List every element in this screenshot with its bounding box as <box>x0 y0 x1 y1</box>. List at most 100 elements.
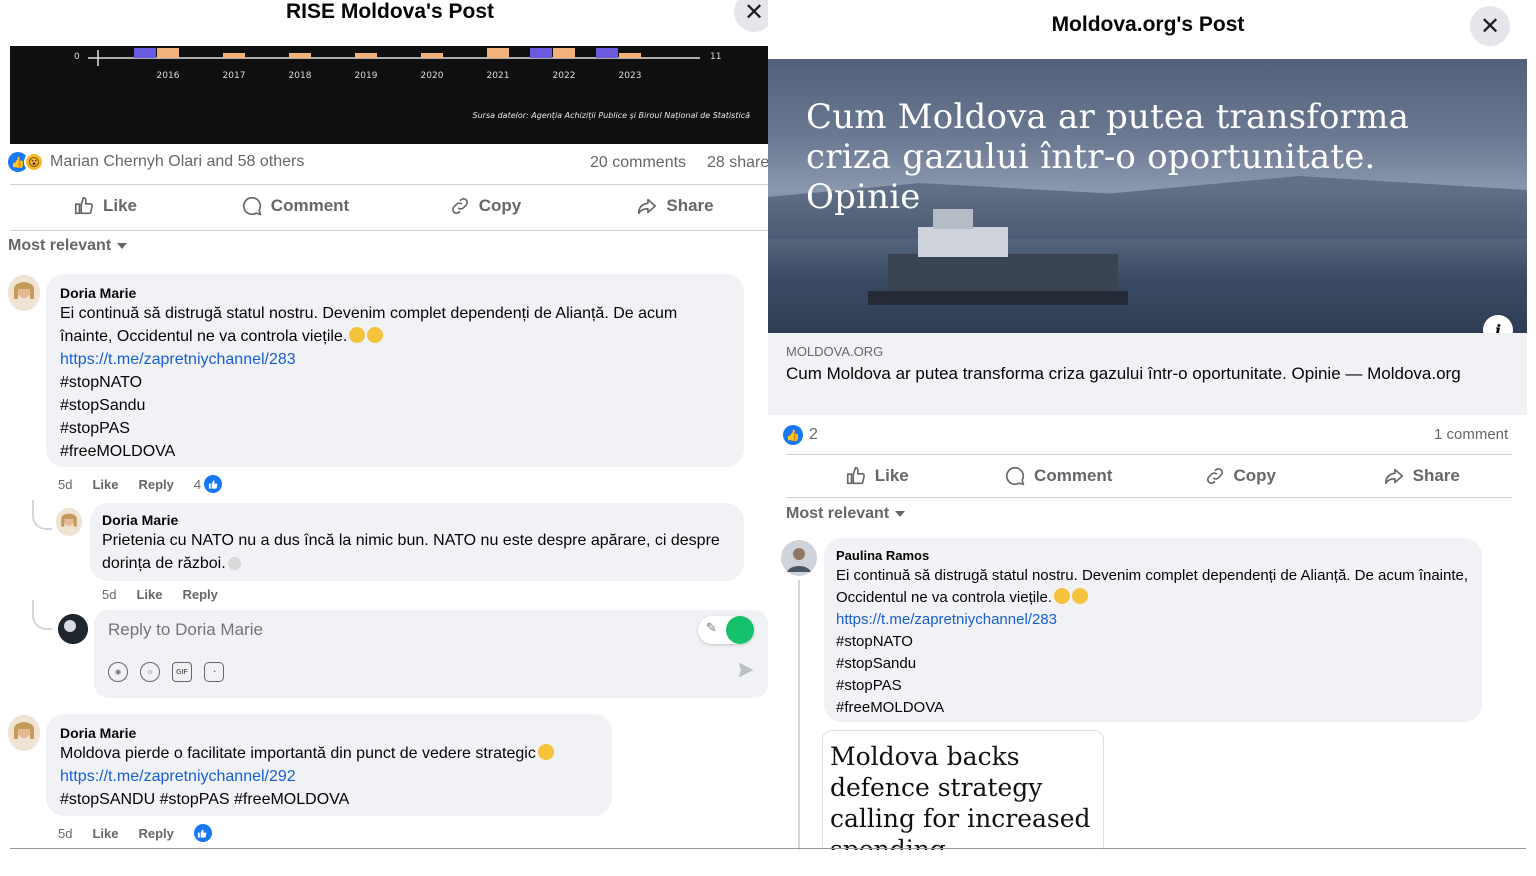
copy-button[interactable]: Copy <box>390 190 580 222</box>
info-icon[interactable]: i <box>1483 315 1513 333</box>
hashtag[interactable]: #freeMOLDOVA <box>836 697 1470 719</box>
sad-face-emoji-icon <box>537 744 554 760</box>
comment-time[interactable]: 5d <box>58 826 72 841</box>
reply-input[interactable] <box>94 610 684 650</box>
sad-face-emoji-icon <box>1071 588 1088 604</box>
comment-link[interactable]: https://t.me/zapretniychannel/283 <box>60 348 730 371</box>
comment-reply-button[interactable]: Reply <box>138 477 173 492</box>
comment-button[interactable]: Comment <box>200 190 390 222</box>
grammar-extension-icon[interactable]: ✎ <box>698 616 754 644</box>
chart-bar-segment <box>596 48 618 58</box>
hashtag[interactable]: #stopNATO <box>836 631 1470 653</box>
hashtags[interactable]: #stopSANDU #stopPAS #freeMOLDOVA <box>60 788 598 811</box>
hashtag[interactable]: #freeMOLDOVA <box>60 440 730 463</box>
reply-bubble: Doria Marie Prietenia cu NATO nu a dus î… <box>90 503 744 581</box>
sort-dropdown[interactable]: Most relevant <box>786 505 906 523</box>
copy-button[interactable]: Copy <box>1149 460 1331 492</box>
hashtag[interactable]: #stopSandu <box>836 653 1470 675</box>
post-title: Moldova.org's Post <box>1051 13 1245 36</box>
like-reaction-icon: 👍 <box>783 425 803 445</box>
comment-bubble: Doria Marie Moldova pierde o facilitate … <box>46 714 612 816</box>
comment-time[interactable]: 5d <box>58 477 72 492</box>
comment-count[interactable]: 20 comments <box>590 154 686 172</box>
bar-chart: 2016 2017 2018 2019 2020 2021 2022 2023 <box>88 48 700 81</box>
bottom-rule <box>10 848 1526 849</box>
comment-link[interactable]: https://t.me/zapretniychannel/292 <box>60 765 598 788</box>
share-button[interactable]: Share <box>580 190 770 222</box>
thumb-up-icon <box>846 466 865 485</box>
comment-count[interactable]: 1 comment <box>1434 426 1508 443</box>
comment-author[interactable]: Paulina Ramos <box>836 547 1470 565</box>
link-preview-card[interactable]: MOLDOVA.ORG Cum Moldova ar putea transfo… <box>768 333 1527 415</box>
comment-bubble-icon <box>242 196 262 216</box>
close-button[interactable]: ✕ <box>734 0 770 32</box>
comment-author[interactable]: Doria Marie <box>60 284 730 302</box>
comment-time[interactable]: 5d <box>102 587 116 602</box>
comment-label: Comment <box>1034 466 1113 485</box>
chart-bar-segment <box>355 53 377 58</box>
share-count[interactable]: 28 shares <box>707 154 770 172</box>
like-button[interactable]: Like <box>10 190 200 222</box>
avatar[interactable] <box>8 275 40 311</box>
boat-illustration <box>868 209 1128 305</box>
avatar[interactable] <box>56 508 82 536</box>
chart-bar-segment <box>223 53 245 58</box>
sad-face-emoji-icon <box>367 327 384 343</box>
hashtag[interactable]: #stopNATO <box>60 371 730 394</box>
comment-bubble-icon <box>1006 466 1025 486</box>
send-icon[interactable] <box>736 660 756 680</box>
current-user-avatar[interactable] <box>58 614 88 644</box>
reaction-count: 2 <box>809 426 818 443</box>
tired-face-emoji-icon <box>349 327 366 343</box>
comment-author[interactable]: Doria Marie <box>60 724 598 742</box>
hashtag[interactable]: #stopPAS <box>60 417 730 440</box>
comment-like-button[interactable]: Like <box>136 587 162 602</box>
comment-meta: 5d Like Reply <box>58 824 212 842</box>
hashtag[interactable]: #stopPAS <box>836 675 1470 697</box>
sticker-icon[interactable]: ◔ <box>204 662 224 682</box>
comment-reply-button[interactable]: Reply <box>138 826 173 841</box>
avatar-sticker-icon[interactable]: ◉ <box>108 662 128 682</box>
left-post-dialog: RISE Moldova's Post ✕ 2016 2017 2018 2019 20… <box>0 0 770 850</box>
comment-link[interactable]: https://t.me/zapretniychannel/283 <box>836 609 1470 631</box>
thread-connector <box>32 500 52 530</box>
chart-bar-segment <box>157 48 179 58</box>
link-preview-image[interactable]: Cum Moldova ar putea transforma criza ga… <box>768 59 1527 333</box>
divider <box>10 184 770 185</box>
like-reaction-icon[interactable] <box>193 824 212 842</box>
close-button[interactable]: ✕ <box>1470 6 1510 46</box>
attached-article-preview[interactable]: Moldova backs defence strategy calling f… <box>822 730 1104 850</box>
comment-body: Ei continuă să distrugă statul nostru. D… <box>836 567 1469 606</box>
emoji-icon[interactable]: ☺ <box>140 662 160 682</box>
comment-reaction-count[interactable]: 4 <box>194 475 223 493</box>
gif-icon[interactable]: GIF <box>172 662 192 682</box>
comment-like-button[interactable]: Like <box>92 826 118 841</box>
reaction-summary[interactable]: 👍 😮 Marian Chernyh Olari and 58 others <box>8 152 304 172</box>
comment-body: Moldova pierde o facilitate importantă d… <box>60 745 536 762</box>
sort-dropdown[interactable]: Most relevant <box>8 237 128 255</box>
wow-reaction-icon: 😮 <box>24 152 44 172</box>
reaction-summary[interactable]: 👍 2 <box>783 425 818 445</box>
hashtag[interactable]: #stopSandu <box>60 394 730 417</box>
like-button[interactable]: Like <box>786 460 968 492</box>
avatar[interactable] <box>8 715 40 751</box>
comment-button[interactable]: Comment <box>968 460 1150 492</box>
comment-reply-button[interactable]: Reply <box>182 587 217 602</box>
chart-bar-segment <box>421 53 443 58</box>
share-label: Share <box>1412 466 1460 485</box>
reaction-names: Marian Chernyh Olari and 58 others <box>50 153 305 170</box>
year-tick-label: 2022 <box>553 71 576 81</box>
sort-label: Most relevant <box>786 505 890 522</box>
comment-text: Ei continuă să distrugă statul nostru. D… <box>836 565 1470 609</box>
post-action-bar: Like Comment Copy Share <box>786 460 1512 492</box>
link-title: Cum Moldova ar putea transforma criza ga… <box>786 364 1461 383</box>
hero-headline: Cum Moldova ar putea transforma criza ga… <box>806 97 1410 217</box>
chart-bar-segment <box>530 48 552 58</box>
extension-badge-icon <box>726 616 754 644</box>
share-button[interactable]: Share <box>1331 460 1513 492</box>
comment-author[interactable]: Doria Marie <box>102 511 732 529</box>
avatar[interactable] <box>781 540 817 576</box>
year-tick-label: 2018 <box>289 71 312 81</box>
axis-end-label: 11 <box>710 52 722 62</box>
comment-like-button[interactable]: Like <box>92 477 118 492</box>
